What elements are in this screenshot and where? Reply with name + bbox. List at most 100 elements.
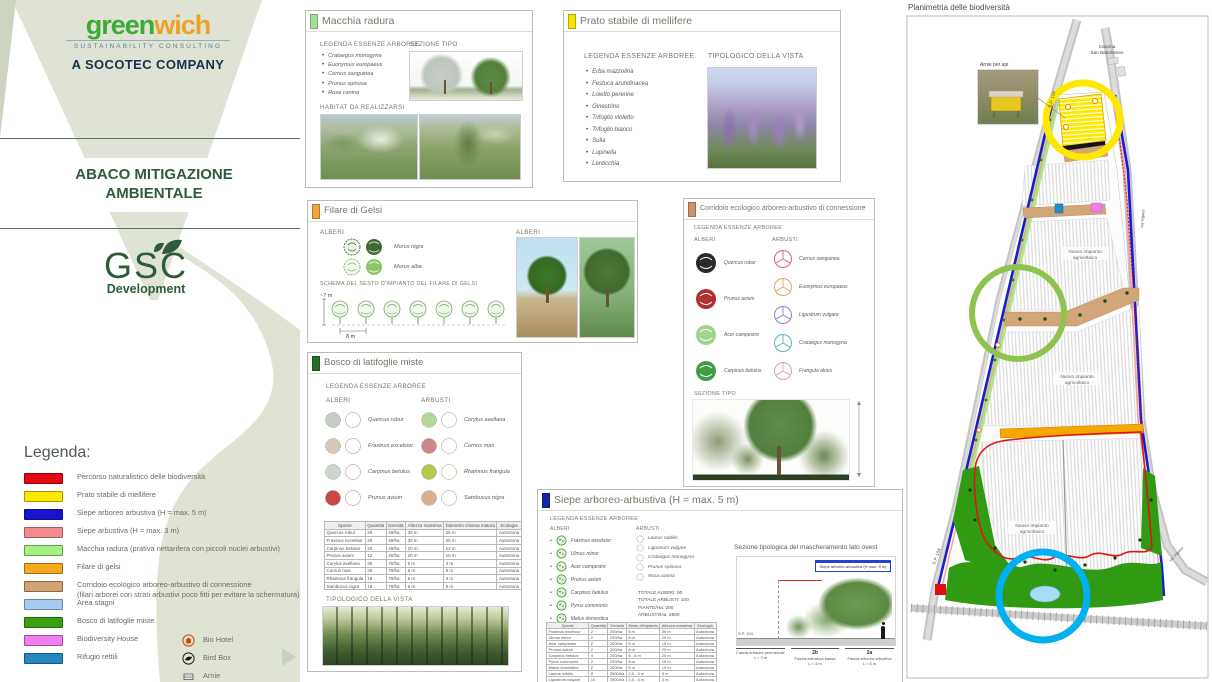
shrub-symbol [772, 276, 794, 298]
arbusti-heading: ARBUSTI [772, 237, 798, 243]
species-item: •Trifoglio bianco [586, 127, 648, 133]
legend-label: Corridoio ecologico arboreo-arbustivo di… [77, 580, 300, 599]
legend-label: Bosco di latifoglie miste [77, 616, 154, 626]
table-row: Rhamnus frangula1870/ha 5 m4 mAutoctona [325, 575, 522, 583]
greenwich-wordmark: greenwich [58, 12, 238, 39]
legend-item: Siepe arboreo arbustiva (H = max. 5 m) [24, 508, 296, 526]
panel-tab [312, 204, 320, 219]
panel-siepe-arboreo-arbustiva: Siepe arboreo-arbustiva (H = max. 5 m) L… [537, 489, 903, 682]
legend-heading: LEGENDA ESSENZE ARBOREE [326, 383, 426, 390]
biodiversity-house-marker [1091, 203, 1102, 212]
tree-symbol [342, 237, 388, 257]
spacing-dimension: 8 m [346, 334, 356, 339]
tree-symbol [556, 600, 567, 611]
tree-symbol [556, 561, 567, 572]
table-row: Prunus avium1240/ha 20 m10 mAutoctona [325, 552, 522, 560]
arbusti-list: Cornus sanguinea Euonymus europaeus [772, 245, 848, 385]
legend-item: Bosco di latifoglie miste [24, 616, 296, 634]
leaf-icon [148, 234, 188, 256]
shrub-symbol [636, 563, 644, 571]
svg-text:agrivoltaico: agrivoltaico [1073, 255, 1098, 261]
tree-symbol [324, 437, 362, 455]
height-limit-line [778, 580, 822, 581]
arnie-label: Arnie per api [980, 62, 1008, 68]
legend-heading: LEGENDA ESSENZE ARBOREE [550, 516, 638, 522]
tree-symbol [556, 548, 567, 559]
logo-divider [66, 40, 230, 41]
logo-green-text: green [86, 10, 155, 40]
tree-symbol [556, 587, 567, 598]
morus-alba-row: Morus alba [342, 257, 388, 282]
total-line: ARBUSTI/Ha: 2500 [638, 612, 689, 619]
alberi-heading: ALBERI [550, 526, 570, 532]
species-row: Acer campestre [694, 317, 762, 353]
section-title: Sezione tipologica del mascheramento lat… [734, 544, 877, 551]
panel-tab [312, 356, 320, 371]
tree-symbol [342, 257, 388, 277]
tree-photo-2 [579, 237, 635, 338]
legend-item: Siepe arbustiva (H = max. 3 m) [24, 526, 296, 544]
view-heading: TIPOLOGICO DELLA VISTA [708, 53, 804, 60]
species-item: •Lenticchia [586, 161, 648, 167]
alberi-heading: ALBERI [326, 397, 350, 404]
panel-title: Bosco di latifoglie miste [324, 357, 423, 368]
cascina-label-line2: San Bartolomeo [1091, 50, 1124, 55]
tree-symbol [694, 359, 718, 383]
alberi-heading: ALBERI [694, 237, 715, 243]
species-row: • Fraxinus excelsior [550, 534, 611, 547]
section-drawing: Siepe arboreo-arbustiva (H max. 5 m) S.P… [736, 556, 896, 646]
dimension-line [852, 399, 866, 479]
panel-tab [542, 493, 550, 508]
species-row: • Acer campestre [550, 560, 611, 573]
species-row: Carpinus betulus [694, 353, 762, 389]
cascina-label-line1: Cascina [1099, 44, 1116, 49]
legend-item-bio-hotel: Bio Hotel [182, 631, 233, 649]
species-row: Carpinus betulus [324, 459, 413, 485]
legend-label: Biodiversity House [77, 634, 138, 644]
species-row: • Pyrus communis [550, 599, 611, 612]
legend-swatch [24, 581, 63, 592]
species-item: •Prunus spinosa [322, 81, 383, 87]
species-item: •Cornus sanguinea [322, 71, 383, 77]
species-item: •Sulla [586, 138, 648, 144]
abaco-mitigazione-slide: greenwich SUSTAINABILITY CONSULTING A SO… [0, 0, 1212, 682]
height-label-box: Siepe arboreo-arbustiva (H max. 5 m) [815, 560, 891, 572]
alberi-list: Quercus robur Fraxinus excelsior C [324, 407, 413, 511]
svg-text:agrivoltaico: agrivoltaico [1020, 529, 1045, 535]
logo-subtitle: SUSTAINABILITY CONSULTING [58, 43, 238, 50]
forest-photo [322, 606, 509, 666]
table-row: Sambucus nigra1870/ha 6 m5 mAutoctona [325, 582, 522, 590]
legend-title: Legenda: [24, 444, 296, 462]
panel-title: Macchia radura [322, 15, 394, 27]
section-tree-image [692, 399, 850, 481]
photos-heading: ALBERI [516, 229, 540, 236]
tree-symbol [324, 463, 362, 481]
gsc-logo: GSC Development [86, 248, 206, 296]
legend-label: Macchia radura (prativa nettarifera con … [77, 544, 280, 554]
table-row: Ligustrum vulgare102500/ha 2,5 - 3 m3 mA… [547, 677, 717, 682]
table-row: Cornus mas2570/ha 6 m5 mAutoctona [325, 567, 522, 575]
svg-text:agrivoltaico: agrivoltaico [1065, 380, 1090, 386]
gsc-wordmark: GSC [86, 248, 206, 284]
shrub-symbol [636, 554, 644, 562]
habitat-heading: HABITAT DA REALIZZARSI [320, 104, 405, 111]
tree-symbol [694, 287, 718, 311]
panel-prato-mellifere: Prato stabile di mellifere LEGENDA ESSEN… [563, 10, 841, 182]
svg-text:Nuovo impianto: Nuovo impianto [1060, 374, 1094, 380]
species-row: Crataegus monogyna [772, 329, 848, 357]
shrub-symbol [420, 489, 458, 507]
dimension-line [778, 580, 779, 639]
socotec-company-text: A SOCOTEC COMPANY [58, 57, 238, 72]
bracket-label: 2a Fascia arborea arbustiva L = 6 m [845, 648, 894, 666]
legend-heading: LEGENDA ESSENZE ARBOREE [320, 41, 420, 48]
legend-label: Siepe arboreo arbustiva (H = max. 5 m) [77, 508, 207, 518]
panel-title: Prato stabile di mellifere [580, 15, 692, 27]
legend: Legenda: Percorso naturalistico delle bi… [24, 444, 296, 670]
greenwich-logo: greenwich SUSTAINABILITY CONSULTING A SO… [58, 12, 238, 72]
svg-text:Nuovo impianto: Nuovo impianto [1068, 249, 1102, 255]
tree-shrub-mass [805, 575, 892, 638]
totals-block: TOTALE ALBERI: 90TOTALE ARBUSTI: 100PIAN… [638, 590, 689, 620]
panel-tab [310, 14, 318, 29]
tree-symbol [694, 323, 718, 347]
panel-title: Siepe arboreo-arbustiva (H = max. 5 m) [554, 494, 739, 506]
